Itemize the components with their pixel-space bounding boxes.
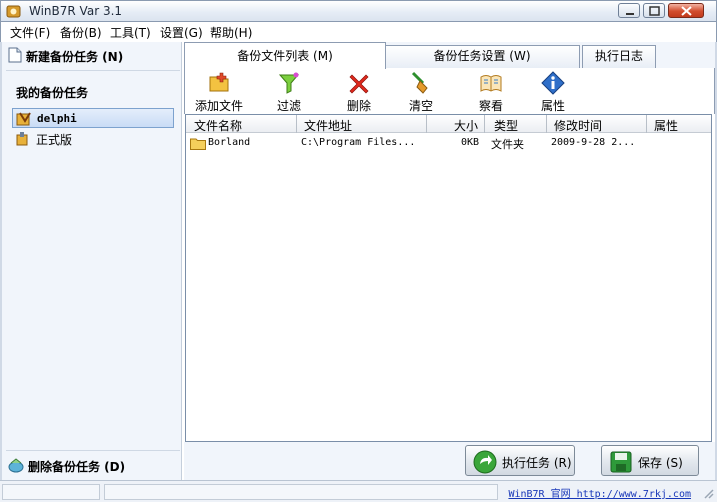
column-divider[interactable] — [296, 115, 297, 133]
menu-settings[interactable]: 设置(G) — [160, 24, 203, 41]
view-button[interactable]: 察看 — [461, 70, 521, 114]
column-divider[interactable] — [646, 115, 647, 133]
run-arrow-icon — [473, 450, 497, 474]
file-modified: 2009-9-28 2... — [551, 137, 636, 148]
task-sidebar: 新建备份任务 (N) 我的备份任务 delphi 正式版 删除备份任务 (D) — [2, 42, 182, 480]
add-file-label: 添加文件 — [194, 99, 243, 113]
delete-task-label: 删除备份任务 (D) — [28, 460, 126, 474]
column-divider[interactable] — [426, 115, 427, 133]
delete-icon — [349, 74, 369, 94]
column-header-type[interactable]: 类型 — [494, 117, 518, 134]
task-label: delphi — [37, 112, 77, 125]
file-list[interactable]: 文件名称 文件地址 大小 类型 修改时间 属性 Borland C:\Progr… — [185, 114, 712, 442]
divider — [6, 450, 180, 451]
delete-label: 删除 — [346, 99, 371, 113]
column-header-name[interactable]: 文件名称 — [194, 117, 242, 134]
tab-execution-log[interactable]: 执行日志 — [582, 45, 656, 68]
delete-button[interactable]: 删除 — [329, 70, 389, 114]
menu-bar: 文件(F) 备份(B) 工具(T) 设置(G) 帮助(H) — [0, 22, 717, 42]
menu-help[interactable]: 帮助(H) — [210, 24, 252, 41]
filter-label: 过滤 — [276, 99, 301, 113]
window-title: WinB7R Var 3.1 — [29, 4, 123, 18]
add-file-icon — [209, 72, 229, 92]
info-icon — [541, 71, 565, 95]
tab-file-list[interactable]: 备份文件列表 (M) — [184, 42, 386, 69]
clear-label: 清空 — [408, 99, 433, 113]
column-header-size[interactable]: 大小 — [454, 117, 478, 134]
new-document-icon — [8, 47, 22, 63]
save-label: 保存 (S) — [638, 456, 683, 470]
menu-tools[interactable]: 工具(T) — [110, 24, 151, 41]
open-book-icon — [480, 75, 502, 92]
menu-backup[interactable]: 备份(B) — [60, 24, 102, 41]
filter-button[interactable]: 过滤 — [259, 70, 319, 114]
maximize-icon — [649, 6, 660, 16]
file-type: 文件夹 — [491, 138, 524, 151]
delete-task-icon — [8, 458, 24, 473]
tab-strip: 备份文件列表 (M) 备份任务设置 (W) 执行日志 — [184, 42, 715, 69]
file-size: 0KB — [461, 137, 480, 148]
task-label: 正式版 — [36, 133, 73, 147]
resize-grip-icon[interactable] — [702, 487, 714, 499]
menu-file[interactable]: 文件(F) — [10, 24, 50, 41]
minimize-icon — [626, 13, 634, 15]
broom-icon — [411, 71, 428, 94]
save-button[interactable]: 保存 (S) — [601, 445, 699, 476]
folder-icon — [190, 138, 206, 150]
app-icon — [6, 5, 21, 18]
task-icon — [16, 132, 28, 146]
list-header: 文件名称 文件地址 大小 类型 修改时间 属性 — [186, 115, 711, 133]
minimize-button[interactable] — [618, 3, 640, 18]
add-file-button[interactable]: 添加文件 — [189, 70, 249, 114]
new-task-label: 新建备份任务 (N) — [26, 50, 124, 64]
tab-task-settings[interactable]: 备份任务设置 (W) — [384, 45, 580, 68]
run-task-label: 执行任务 (R) — [502, 456, 572, 470]
table-row[interactable]: Borland C:\Program Files... 0KB 文件夹 2009… — [186, 135, 711, 152]
my-tasks-heading: 我的备份任务 — [16, 86, 89, 100]
column-header-attributes[interactable]: 属性 — [654, 117, 678, 134]
run-task-button[interactable]: 执行任务 (R) — [465, 445, 575, 476]
status-panel — [2, 484, 100, 500]
toolbar: 添加文件 过滤 删除 清空 察看 属性 — [184, 68, 715, 114]
column-header-path[interactable]: 文件地址 — [304, 117, 352, 134]
status-panel — [104, 484, 498, 500]
filter-icon — [278, 72, 300, 94]
task-item-release[interactable]: 正式版 — [12, 129, 174, 149]
column-divider[interactable] — [546, 115, 547, 133]
close-button[interactable] — [668, 3, 704, 18]
view-label: 察看 — [478, 99, 503, 113]
properties-label: 属性 — [540, 99, 565, 113]
close-icon — [681, 6, 692, 16]
column-divider[interactable] — [484, 115, 485, 133]
task-icon — [16, 112, 31, 126]
status-bar: WinB7R 官网 http://www.7rkj.com — [0, 480, 717, 502]
column-header-modified[interactable]: 修改时间 — [554, 117, 602, 134]
task-item-delphi[interactable]: delphi — [12, 108, 174, 128]
title-bar: WinB7R Var 3.1 — [0, 0, 717, 22]
properties-button[interactable]: 属性 — [523, 70, 583, 114]
save-disk-icon — [610, 451, 632, 473]
action-bar: 执行任务 (R) 保存 (S) — [184, 442, 715, 480]
file-path: C:\Program Files... — [301, 137, 416, 148]
file-name: Borland — [208, 137, 251, 148]
website-link[interactable]: WinB7R 官网 http://www.7rkj.com — [508, 485, 691, 500]
divider — [6, 70, 180, 71]
clear-button[interactable]: 清空 — [391, 70, 451, 114]
task-list: delphi 正式版 — [12, 108, 174, 150]
maximize-button[interactable] — [643, 3, 665, 18]
